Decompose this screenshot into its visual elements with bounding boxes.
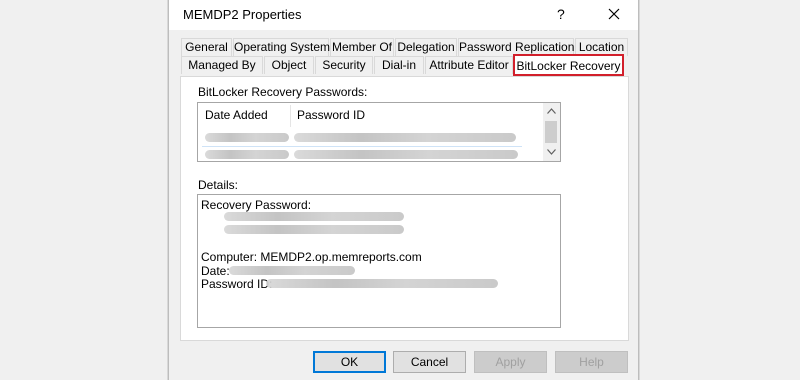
password-id-label: Password ID: — [201, 277, 273, 291]
redacted-recovery-password — [224, 225, 404, 234]
tab-location[interactable]: Location — [575, 38, 628, 56]
window-title: MEMDP2 Properties — [183, 7, 302, 22]
column-date-added[interactable]: Date Added — [205, 108, 268, 122]
redacted-password-id-value — [266, 279, 498, 288]
cancel-button[interactable]: Cancel — [393, 351, 466, 373]
redacted-password-id — [294, 150, 518, 159]
redacted-password-id — [294, 133, 516, 142]
background-right — [639, 0, 800, 380]
chevron-down-icon — [547, 149, 556, 155]
passwords-label: BitLocker Recovery Passwords: — [198, 85, 368, 99]
scroll-thumb[interactable] — [545, 121, 557, 143]
column-separator — [290, 105, 291, 127]
chevron-up-icon — [547, 108, 556, 114]
redacted-date-value — [229, 266, 355, 275]
redacted-date — [205, 133, 289, 142]
ok-button[interactable]: OK — [313, 351, 386, 373]
apply-button[interactable]: Apply — [474, 351, 547, 373]
details-box[interactable]: Recovery Password: Computer: MEMDP2.op.m… — [197, 194, 561, 328]
recovery-password-label: Recovery Password: — [201, 198, 312, 212]
computer-line: Computer: MEMDP2.op.memreports.com — [201, 250, 422, 264]
close-icon — [608, 8, 620, 20]
tab-dial-in[interactable]: Dial-in — [374, 56, 424, 74]
list-row[interactable] — [202, 146, 522, 160]
help-title-button[interactable]: ? — [557, 6, 565, 22]
details-label: Details: — [198, 178, 239, 192]
scroll-up-button[interactable] — [543, 103, 560, 120]
help-button[interactable]: Help — [555, 351, 628, 373]
title-bar: MEMDP2 Properties ? — [169, 0, 638, 30]
tab-general[interactable]: General — [181, 38, 232, 56]
recovery-passwords-list[interactable]: Date Added Password ID — [197, 102, 561, 162]
scroll-down-button[interactable] — [543, 144, 560, 161]
tab-managed-by[interactable]: Managed By — [181, 56, 263, 74]
tab-member-of[interactable]: Member Of — [330, 38, 394, 56]
close-button[interactable] — [601, 3, 627, 25]
tab-operating-system[interactable]: Operating System — [233, 38, 330, 56]
tab-attribute-editor[interactable]: Attribute Editor — [425, 56, 513, 74]
redacted-date — [205, 150, 289, 159]
background-left — [0, 0, 168, 380]
tab-delegation[interactable]: Delegation — [395, 38, 457, 56]
list-row[interactable] — [202, 131, 522, 145]
vertical-scrollbar[interactable] — [543, 103, 560, 161]
list-header: Date Added Password ID — [198, 103, 544, 129]
column-password-id[interactable]: Password ID — [297, 108, 365, 122]
redacted-recovery-password — [224, 212, 404, 221]
date-label: Date: — [201, 264, 230, 278]
tab-bitlocker-recovery[interactable]: BitLocker Recovery — [514, 55, 623, 76]
tab-object[interactable]: Object — [264, 56, 314, 74]
tab-password-replication[interactable]: Password Replication — [458, 38, 574, 56]
tab-security[interactable]: Security — [315, 56, 373, 74]
